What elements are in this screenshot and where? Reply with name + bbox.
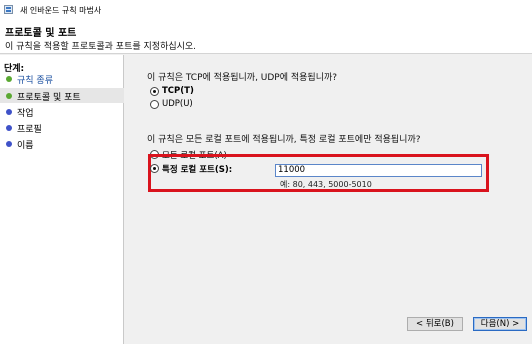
wizard-content: 이 규칙은 TCP에 적용됩니까, UDP에 적용됩니까? TCP(T) UDP… xyxy=(125,55,532,344)
step-pending-dot-icon xyxy=(6,141,12,147)
udp-radio[interactable] xyxy=(150,100,159,109)
tcp-label: TCP(T) xyxy=(162,86,194,96)
step-action: 작업 xyxy=(0,104,124,119)
step-done-dot-icon xyxy=(6,76,12,82)
port-number-input[interactable]: 11000 xyxy=(275,164,482,177)
firewall-app-icon xyxy=(4,5,13,14)
step-label: 규칙 종류 xyxy=(17,76,53,86)
step-pending-dot-icon xyxy=(6,125,12,131)
step-rule-type[interactable]: 규칙 종류 xyxy=(0,71,124,86)
udp-label: UDP(U) xyxy=(162,99,193,109)
page-title: 프로토콜 및 포트 xyxy=(5,28,77,39)
step-pending-dot-icon xyxy=(6,109,12,115)
wizard-header: 프로토콜 및 포트 이 규칙을 적용할 프로토콜과 포트를 지정하십시오. xyxy=(0,20,532,54)
next-button[interactable]: 다음(N) > xyxy=(473,317,527,331)
page-description: 이 규칙을 적용할 프로토콜과 포트를 지정하십시오. xyxy=(5,42,197,52)
protocol-question: 이 규칙은 TCP에 적용됩니까, UDP에 적용됩니까? xyxy=(147,73,338,83)
title-bar: 새 인바운드 규칙 마법사 xyxy=(0,0,532,20)
back-button[interactable]: < 뒤로(B) xyxy=(407,317,463,331)
step-label: 프로토콜 및 포트 xyxy=(17,93,81,103)
tcp-radio[interactable] xyxy=(150,87,159,96)
step-profile: 프로필 xyxy=(0,120,124,135)
step-done-dot-icon xyxy=(6,93,12,99)
step-label: 이름 xyxy=(17,141,34,151)
step-protocol-and-ports[interactable]: 프로토콜 및 포트 xyxy=(0,88,124,103)
specific-ports-label: 특정 로컬 포트(S): xyxy=(162,165,233,175)
specific-ports-radio[interactable] xyxy=(150,164,159,173)
step-label: 작업 xyxy=(17,109,34,119)
step-label: 프로필 xyxy=(17,125,42,135)
step-name: 이름 xyxy=(0,136,124,151)
window-title: 새 인바운드 규칙 마법사 xyxy=(20,6,102,15)
ports-question: 이 규칙은 모든 로컬 포트에 적용됩니까, 특정 로컬 포트에만 적용됩니까? xyxy=(147,135,421,145)
port-example-hint: 예: 80, 443, 5000-5010 xyxy=(280,180,372,189)
steps-sidebar: 단계: 규칙 종류 프로토콜 및 포트 작업 프로필 이름 xyxy=(0,55,124,344)
